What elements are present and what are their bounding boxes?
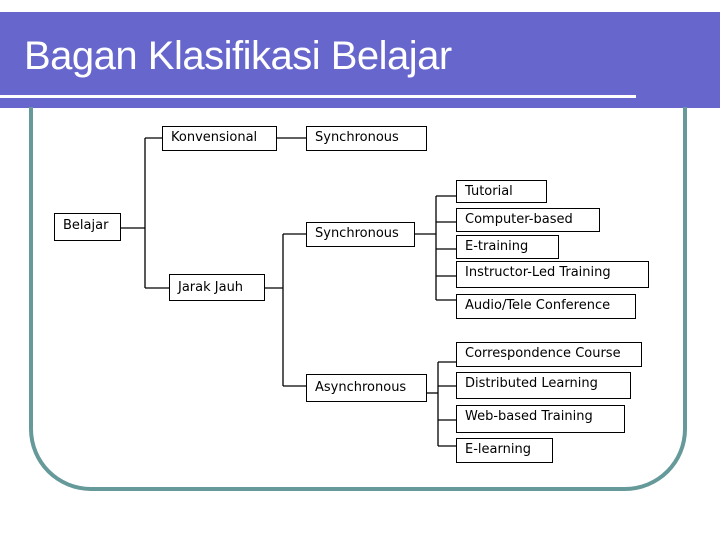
node-konvensional: Konvensional [162,126,277,151]
node-computer-based: Computer-based [456,208,600,232]
node-distributed-learning: Distributed Learning [456,372,631,399]
node-e-learning: E-learning [456,438,553,463]
node-belajar: Belajar [54,213,121,241]
node-asynchronous: Asynchronous [306,374,427,402]
node-web-based-training: Web-based Training [456,405,625,433]
node-tutorial: Tutorial [456,180,547,203]
node-synchronous: Synchronous [306,222,415,247]
node-audio-tele-conference: Audio/Tele Conference [456,294,636,319]
node-jarak-jauh: Jarak Jauh [169,274,265,301]
node-instructor-led-training: Instructor-Led Training [456,261,649,288]
node-e-training: E-training [456,235,559,259]
node-konvensional-synchronous: Synchronous [306,126,427,151]
node-correspondence-course: Correspondence Course [456,342,642,367]
